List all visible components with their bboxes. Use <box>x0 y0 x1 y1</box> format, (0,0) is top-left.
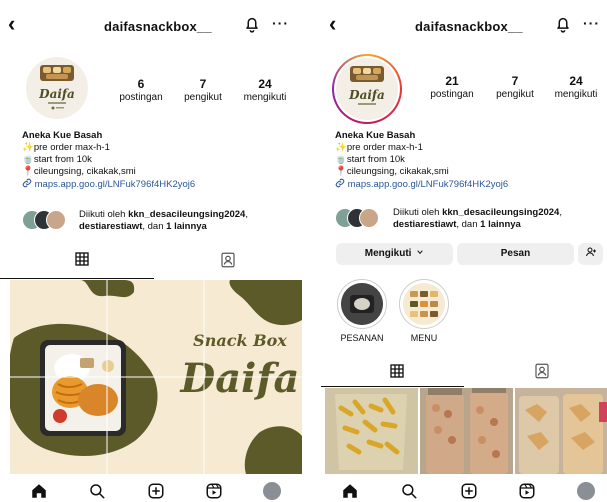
more-options-icon[interactable]: ··· <box>583 15 600 31</box>
stat-posts[interactable]: 6 postingan <box>114 77 168 103</box>
active-tab-indicator <box>0 278 154 279</box>
highlight-menu[interactable] <box>399 279 449 329</box>
post-thumbnail[interactable] <box>420 388 513 474</box>
bell-icon[interactable] <box>553 14 573 34</box>
bio-link[interactable]: maps.app.goo.gl/LNFuk796f4HK2yoj6 <box>22 178 195 191</box>
svg-text:Daifa: Daifa <box>38 87 75 101</box>
bio-line: 🍵start from 10k <box>335 154 405 165</box>
daifa-logo-icon: Daifa <box>38 65 75 110</box>
peanut-snack-image <box>420 388 513 474</box>
grid-tab-icon[interactable] <box>74 251 90 267</box>
bio-name: Aneka Kue Basah <box>22 130 103 141</box>
suggested-people-button[interactable] <box>578 243 603 265</box>
home-icon[interactable] <box>30 482 48 500</box>
add-person-icon <box>585 247 596 257</box>
reels-icon[interactable] <box>518 482 536 500</box>
following-button[interactable]: Mengikuti <box>336 243 453 265</box>
chevron-down-icon <box>417 250 423 255</box>
profile-bio: Aneka Kue Basah ✨pre order max-h-1 🍵star… <box>335 130 508 191</box>
stat-followers[interactable]: 7 pengikut <box>488 74 542 100</box>
crackers-image <box>515 388 607 474</box>
back-arrow-icon[interactable]: ‹ <box>329 13 336 35</box>
stat-followers[interactable]: 7 pengikut <box>176 77 230 103</box>
post-thumbnail[interactable] <box>515 388 607 474</box>
post-thumbnail[interactable] <box>325 388 418 474</box>
search-icon[interactable] <box>88 482 106 500</box>
svg-text:Daifa: Daifa <box>180 355 300 402</box>
stat-posts[interactable]: 21 postingan <box>425 74 479 100</box>
bio-line: ✨pre order max-h-1 <box>335 142 423 153</box>
bell-icon[interactable] <box>242 14 262 34</box>
profile-view-right: ‹ daifasnackbox__ ··· Daifa 21 postingan… <box>321 0 607 502</box>
chips-image <box>325 388 418 474</box>
bio-line: 📍cileungsing, cikakak,smi <box>22 166 136 177</box>
post-snack-box-daifa[interactable]: Snack Box Daifa <box>10 280 302 474</box>
svg-text:Snack Box: Snack Box <box>193 331 287 350</box>
profile-bio: Aneka Kue Basah ✨pre order max-h-1 🍵star… <box>22 130 195 191</box>
link-icon <box>335 178 345 188</box>
bio-name: Aneka Kue Basah <box>335 130 416 141</box>
highlight-pesanan[interactable] <box>337 279 387 329</box>
back-arrow-icon[interactable]: ‹ <box>8 13 15 35</box>
highlight-thumbnail <box>341 283 383 325</box>
home-icon[interactable] <box>341 482 359 500</box>
highlight-thumbnail <box>410 291 438 317</box>
profile-view-left: ‹ daifasnackbox__ ··· Daifa 6 postingan … <box>0 0 303 502</box>
link-icon <box>22 178 32 188</box>
bio-line: ✨pre order max-h-1 <box>22 142 110 153</box>
profile-avatar[interactable]: Daifa <box>26 57 88 119</box>
followed-by-text[interactable]: Diikuti oleh kkn_desacileungsing2024, de… <box>393 207 605 230</box>
top-bar: ‹ daifasnackbox__ ··· <box>0 10 303 40</box>
message-button[interactable]: Pesan <box>457 243 574 265</box>
profile-nav-avatar[interactable] <box>263 482 281 500</box>
active-tab-indicator <box>321 386 464 387</box>
profile-nav-avatar[interactable] <box>577 482 595 500</box>
bio-line: 🍵start from 10k <box>22 154 92 165</box>
bottom-nav <box>321 476 607 502</box>
stat-following[interactable]: 24 mengikuti <box>236 77 294 103</box>
tagged-tab-icon[interactable] <box>533 362 551 380</box>
bio-line: 📍cileungsing, cikakak,smi <box>335 166 449 177</box>
story-ring[interactable]: Daifa <box>332 54 402 124</box>
panel-divider <box>303 0 321 502</box>
daifa-logo-icon: Daifa <box>348 66 385 105</box>
tagged-tab-icon[interactable] <box>219 251 237 269</box>
bio-link[interactable]: maps.app.goo.gl/LNFuk796f4HK2yoj6 <box>335 178 508 191</box>
grid-tab-icon[interactable] <box>389 363 405 379</box>
search-icon[interactable] <box>400 482 418 500</box>
followed-by-text[interactable]: Diikuti oleh kkn_desacileungsing2024, de… <box>79 209 299 232</box>
top-bar: ‹ daifasnackbox__ ··· <box>321 10 607 40</box>
profile-avatar[interactable]: Daifa <box>336 58 398 120</box>
profile-username: daifasnackbox__ <box>104 19 212 34</box>
bottom-nav <box>0 476 303 502</box>
profile-username: daifasnackbox__ <box>415 19 523 34</box>
more-options-icon[interactable]: ··· <box>272 15 289 31</box>
post-grid <box>325 388 607 474</box>
svg-text:Daifa: Daifa <box>348 88 385 102</box>
stat-following[interactable]: 24 mengikuti <box>547 74 605 100</box>
reels-icon[interactable] <box>205 482 223 500</box>
post-image: Snack Box Daifa <box>10 280 302 474</box>
create-post-icon[interactable] <box>460 482 478 500</box>
highlight-label: MENU <box>410 333 438 343</box>
create-post-icon[interactable] <box>147 482 165 500</box>
highlight-label: PESANAN <box>340 333 384 343</box>
